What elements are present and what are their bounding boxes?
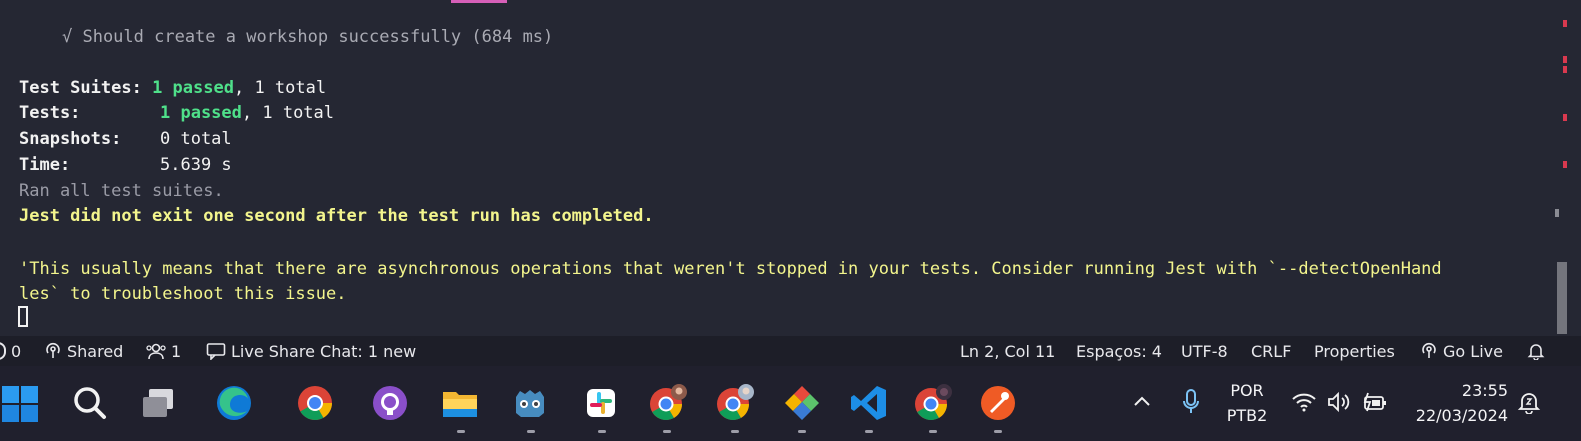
tests-total: , 1 total [241,103,335,123]
encoding[interactable]: UTF-8 [1181,336,1228,366]
vscode-icon[interactable] [849,383,889,423]
panel-tab-indicator [451,0,507,3]
windows-taskbar: POR PTB2 23:55 22/03/2024 [0,366,1581,441]
scroll-marker [1563,20,1567,27]
volume-icon[interactable] [1326,391,1352,413]
participants-icon [146,343,166,360]
terminal-scrollbar[interactable] [1557,262,1567,334]
keyboard-language-bottom[interactable]: PTB2 [1222,406,1272,425]
summary-suites: Test Suites: 1 passed, 1 total [19,77,326,99]
running-indicator [527,430,535,433]
chrome-icon[interactable] [295,383,335,423]
go-live-label: Go Live [1443,341,1503,361]
running-indicator [865,430,873,433]
language-mode-label: Properties [1314,341,1395,361]
tests-label: Tests: [19,103,81,123]
indentation[interactable]: Espaços: 4 [1076,336,1162,366]
github-desktop-icon[interactable] [370,383,410,423]
windows-start-icon[interactable] [0,384,40,424]
ran-all-text: Ran all test suites. [19,181,224,201]
postman-icon[interactable] [978,383,1018,423]
time-value: 5.639 s [160,155,232,175]
jest-message-line2: les` to troubleshoot this issue. [19,284,347,304]
godot-icon[interactable] [510,383,550,423]
snapshots-label: Snapshots: [19,129,122,149]
task-view-icon[interactable] [139,383,179,423]
participants-count: 1 [171,341,182,361]
chat-icon [206,343,226,360]
shared-label: Shared [67,341,124,361]
keyboard-language-top[interactable]: POR [1222,381,1272,400]
language-mode[interactable]: Properties [1314,336,1395,366]
test-case-result: √ Should create a workshop successfully … [62,26,553,48]
summary-snapshots: Snapshots: 0 total [19,128,232,150]
running-indicator [731,430,739,433]
live-share-status[interactable]: Shared [44,336,123,366]
problems-indicator[interactable]: 0 [0,336,21,366]
test-case-text: √ Should create a workshop successfully … [62,27,554,47]
snapshots-value: 0 total [160,129,232,149]
jest-message-line1: 'This usually means that there are async… [19,259,1442,279]
summary-tests: Tests: 1 passed, 1 total [19,102,334,124]
cursor-position[interactable]: Ln 2, Col 11 [960,336,1055,366]
jest-warning: Jest did not exit one second after the t… [19,206,654,226]
microphone-icon[interactable] [1181,388,1201,416]
running-indicator [598,430,606,433]
running-indicator [663,430,671,433]
time-label: Time: [19,155,71,175]
battery-charging-icon[interactable] [1361,391,1389,413]
chevron-up-icon[interactable] [1132,394,1152,408]
participants-indicator[interactable]: 1 [146,336,181,366]
encoding-label: UTF-8 [1181,341,1228,361]
suites-total: , 1 total [233,78,327,98]
broadcast-icon [1422,342,1436,358]
line-ending-label: CRLF [1251,341,1292,361]
scroll-marker [1555,209,1559,217]
scroll-marker [1563,66,1567,73]
running-indicator [457,430,465,433]
running-indicator [798,430,806,433]
slack-icon[interactable] [581,383,621,423]
search-icon[interactable] [70,383,110,423]
notification-bell-icon[interactable] [1517,390,1541,414]
go-live-button[interactable]: Go Live [1420,336,1503,366]
chrome-profile-icon[interactable] [913,383,953,423]
tests-passed: 1 passed [160,103,242,123]
suites-passed: 1 passed [152,78,234,98]
live-share-chat[interactable]: Live Share Chat: 1 new [206,336,416,366]
chrome-profile-icon[interactable] [715,383,755,423]
running-indicator [929,430,937,433]
scroll-marker [1563,114,1567,121]
bell-icon [1527,344,1545,360]
terminal-panel[interactable]: √ Should create a workshop successfully … [0,0,1581,336]
line-ending[interactable]: CRLF [1251,336,1291,366]
problems-count: 0 [11,341,22,361]
suites-label: Test Suites: [19,78,142,98]
chrome-profile-icon[interactable] [648,383,688,423]
status-bar: 0 Shared 1 Live Share Chat: 1 new Ln 2, … [0,336,1581,366]
broadcast-icon [46,342,60,358]
clock-date[interactable]: 22/03/2024 [1402,406,1508,425]
terminal-cursor [18,306,28,327]
live-share-chat-label: Live Share Chat: 1 new [231,341,417,361]
summary-time: Time: 5.639 s [19,154,232,176]
scroll-marker [1563,161,1567,168]
indentation-label: Espaços: 4 [1076,341,1162,361]
clock-time[interactable]: 23:55 [1412,381,1508,400]
file-explorer-icon[interactable] [440,383,480,423]
notifications-button[interactable] [1527,336,1545,366]
running-indicator [994,430,1002,433]
cursor-position-label: Ln 2, Col 11 [960,341,1056,361]
edge-icon[interactable] [214,383,254,423]
gitkraken-icon[interactable] [782,383,822,423]
warning-icon [0,342,6,360]
scroll-marker [1563,56,1567,63]
wifi-icon[interactable] [1291,391,1317,413]
